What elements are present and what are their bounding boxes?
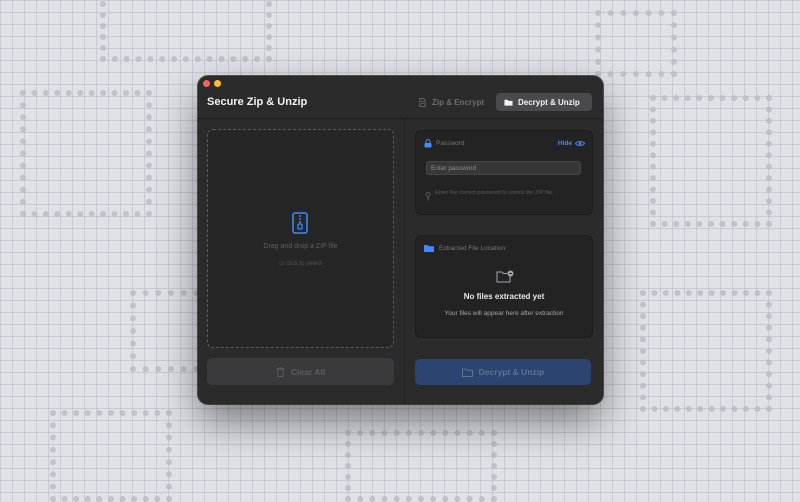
password-input[interactable] <box>426 161 581 175</box>
zip-dropzone[interactable]: Drag and drop a ZIP file or click to sel… <box>207 129 394 348</box>
document-icon <box>419 97 426 107</box>
password-label: Password <box>436 140 465 147</box>
hide-label: Hide <box>557 140 572 147</box>
lock-icon <box>424 139 432 148</box>
empty-state-title: No files extracted yet <box>463 292 545 301</box>
decrypt-unzip-button[interactable]: Decrypt & Unzip <box>415 359 591 385</box>
decrypt-unzip-label: Decrypt & Unzip <box>478 367 545 377</box>
tab-decrypt-unzip[interactable]: Decrypt & Unzip <box>496 93 592 111</box>
dropzone-label: Drag and drop a ZIP file <box>263 243 338 250</box>
folder-icon <box>424 245 434 252</box>
close-window-button[interactable] <box>203 80 210 87</box>
folder-badge-icon <box>496 270 514 283</box>
background-decoration <box>50 410 172 502</box>
tab-label: Decrypt & Unzip <box>518 97 580 107</box>
background-decoration <box>100 0 272 62</box>
background-decoration <box>20 90 152 217</box>
tab-label: Zip & Encrypt <box>432 97 485 107</box>
clear-all-label: Clear All <box>290 366 326 377</box>
options-pane: Password Hide Enter the correct password… <box>405 119 603 404</box>
app-title: Secure Zip & Unzip <box>207 96 308 108</box>
zip-file-icon <box>292 212 308 234</box>
key-icon <box>425 192 431 201</box>
dropzone-sublabel: or click to select <box>279 261 322 267</box>
tab-zip-encrypt[interactable]: Zip & Encrypt <box>410 93 492 111</box>
window-controls <box>203 80 221 87</box>
folder-icon <box>504 99 513 106</box>
minimize-window-button[interactable] <box>214 80 221 87</box>
background-decoration <box>595 10 677 77</box>
password-card: Password Hide Enter the correct password… <box>415 130 593 215</box>
file-drop-pane: Drag and drop a ZIP file or click to sel… <box>198 119 404 404</box>
background-decoration <box>345 430 497 502</box>
app-window: Secure Zip & Unzip Zip & Encrypt Decrypt… <box>198 76 603 404</box>
extracted-location-card: Extracted File Location No files extract… <box>415 235 593 338</box>
hide-password-toggle[interactable]: Hide <box>558 140 585 147</box>
titlebar: Secure Zip & Unzip Zip & Encrypt Decrypt… <box>198 76 603 119</box>
password-hint: Enter the correct password to unlock the… <box>435 190 554 196</box>
eye-icon <box>575 141 585 146</box>
clear-all-button[interactable]: Clear All <box>207 358 394 385</box>
trash-icon <box>276 367 285 377</box>
background-decoration <box>650 95 772 227</box>
folder-icon <box>461 368 473 377</box>
empty-state-subtitle: Your files will appear here after extrac… <box>444 310 564 317</box>
extracted-location-label: Extracted File Location <box>439 245 506 252</box>
background-decoration <box>640 290 772 412</box>
